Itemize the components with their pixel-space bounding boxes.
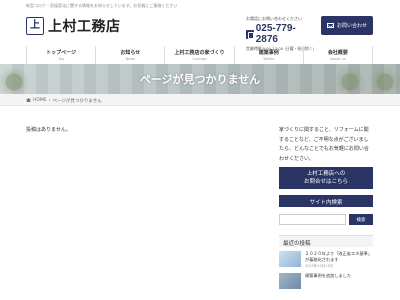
no-posts-message: 投稿はありません。 (26, 127, 71, 133)
phone-link[interactable]: 025-779-2876 (246, 23, 316, 45)
search-input[interactable] (279, 214, 346, 225)
search-form: 検索 (279, 214, 373, 225)
header-notice: 新型コロナ・気候変化に関する情報をお知らせしています。お気軽にご連絡ください (26, 3, 178, 8)
breadcrumb-home[interactable]: HOME (33, 98, 47, 103)
mail-icon (326, 23, 334, 28)
breadcrumb-current: ページが見つかりません (52, 98, 102, 104)
nav-item-sub: Top (58, 57, 65, 61)
post-thumbnail (279, 251, 301, 267)
search-button[interactable]: 検索 (349, 214, 373, 225)
cta-line-1: 上村工務店への (306, 171, 346, 177)
post-title[interactable]: ２０２０年より「改正省エネ基準」が義務化されます (305, 251, 373, 263)
page-hero: ページが見つかりません (0, 64, 400, 94)
breadcrumb-separator: › (48, 97, 51, 103)
page-title: ページが見つかりません (139, 73, 261, 86)
post-item[interactable]: 建築事例を追加しました (279, 273, 373, 289)
nav-item-concept[interactable]: 上村工務店の家づくり Concept (165, 46, 235, 64)
post-title[interactable]: 建築事例を追加しました (305, 273, 351, 279)
nav-item-works[interactable]: 建築事例 Works (235, 46, 304, 64)
nav-item-label: お知らせ (120, 50, 141, 56)
sidebar: 家づくりに関すること、リフォームに関することなど、ご不明な点がございましたら、ど… (279, 126, 373, 289)
breadcrumb: HOME › ページが見つかりません (0, 94, 400, 106)
nav-item-label: トップページ (46, 50, 77, 56)
nav-item-sub: About us (330, 57, 346, 61)
latest-posts-heading: 最近の投稿 (279, 235, 373, 247)
global-nav: トップページ Top お知らせ News 上村工務店の家づくり Concept … (26, 46, 374, 64)
search-heading: サイト内検索 (279, 195, 373, 207)
cta-line-2: お問合せはこちら (303, 179, 348, 185)
nav-item-label: 会社概要 (327, 50, 348, 56)
nav-item-top[interactable]: トップページ Top (27, 46, 97, 64)
site-logo[interactable]: 上 上村工務店 (26, 16, 121, 36)
phone-icon (246, 29, 254, 39)
post-item[interactable]: ２０２０年より「改正省エネ基準」が義務化されます 2019年10月15日 (279, 251, 373, 269)
nav-item-about[interactable]: 会社概要 About us (304, 46, 374, 64)
nav-item-sub: News (125, 57, 136, 61)
inquiry-button[interactable]: お問い合わせ (321, 16, 373, 35)
logo-text: 上村工務店 (48, 19, 121, 35)
sidebar-inquiry-button[interactable]: 上村工務店への お問合せはこちら (279, 167, 373, 189)
post-thumbnail (279, 273, 301, 289)
post-date: 2019年10月15日 (305, 264, 334, 268)
logo-mark-icon: 上 (26, 17, 44, 35)
contact-caption: お電話にお問い合わせください (246, 16, 302, 21)
nav-item-label: 建築事例 (258, 50, 279, 56)
nav-item-sub: Works (263, 57, 275, 61)
sidebar-intro: 家づくりに関すること、リフォームに関することなど、ご不明な点がございましたら、ど… (279, 127, 369, 162)
nav-item-sub: Concept (192, 57, 207, 61)
nav-item-news[interactable]: お知らせ News (96, 46, 166, 64)
nav-item-label: 上村工務店の家づくり (174, 50, 225, 56)
phone-number: 025-779-2876 (255, 23, 296, 45)
inquiry-button-label: お問い合わせ (336, 23, 367, 29)
home-icon (26, 98, 31, 102)
